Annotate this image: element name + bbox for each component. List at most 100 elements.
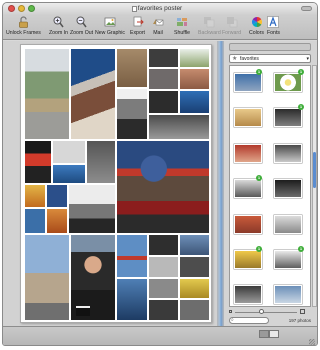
photo-frame[interactable] [148,234,179,256]
thumbnail-scrollbar[interactable] [312,65,317,307]
scrollbar-thumb[interactable] [313,152,316,188]
photo-frame[interactable] [179,299,210,321]
toolbar-toggle-button[interactable] [301,6,312,11]
photo-frame[interactable] [148,48,179,68]
photo-frame[interactable] [148,256,179,278]
poster-page [20,44,212,323]
photo-frame[interactable] [148,299,179,321]
shuffle-button[interactable]: Shuffle [174,16,190,36]
photo-thumbnail-grid: 1 1 1 1 1 1 [229,65,311,307]
photo-count: 197 photos [288,318,311,323]
photo-browser-header [229,43,311,51]
usage-badge: 1 [298,246,304,252]
photo-frame[interactable] [116,48,148,88]
export-button[interactable]: Export [130,16,145,36]
photo-thumbnail[interactable] [234,285,262,304]
slider-knob[interactable] [259,309,264,314]
photo-frame[interactable] [179,90,210,114]
photo-frame[interactable] [24,140,52,184]
forward-button[interactable]: Forward [222,16,241,36]
photo-thumbnail[interactable] [274,144,302,163]
photo-frame[interactable] [86,140,116,184]
photo-frame[interactable] [116,234,148,278]
zoom-in-icon [53,16,65,28]
unlock-frames-label: Unlock Frames [6,30,41,36]
shuffle-label: Shuffle [174,30,191,36]
photo-frame[interactable] [24,208,46,234]
window-title: favorites poster [137,5,183,12]
resize-grip[interactable] [309,339,315,345]
photo-frame[interactable] [70,48,116,140]
zoom-in-button[interactable]: Zoom In [49,16,68,36]
backward-label: Backward [198,30,221,36]
photo-frame[interactable] [148,68,179,90]
view-mode-buttons [259,330,279,338]
photo-frame[interactable] [116,88,148,140]
mail-button[interactable]: Mail [152,16,164,36]
photo-frame[interactable] [52,140,86,164]
search-input[interactable]: ⌕ [229,317,269,324]
photo-frame[interactable] [116,278,148,321]
photo-thumbnail[interactable] [234,108,262,127]
forward-label: Forward [222,30,242,36]
pane-splitter[interactable] [217,41,224,326]
zoom-in-label: Zoom In [49,30,69,36]
export-label: Export [130,30,145,36]
photo-thumbnail[interactable] [234,250,262,269]
photo-frame[interactable] [179,48,210,68]
backward-button[interactable]: Backward [198,16,221,36]
photo-frame[interactable] [148,90,179,114]
mail-icon [152,16,164,28]
new-graphic-label: New Graphic [95,30,125,36]
photo-thumbnail[interactable] [274,285,302,304]
export-icon [132,16,144,28]
photo-thumbnail[interactable] [234,179,262,198]
photo-frame[interactable] [24,184,46,208]
new-graphic-button[interactable]: New Graphic [95,16,125,36]
zoom-out-button[interactable]: Zoom Out [70,16,93,36]
photo-frame[interactable] [148,278,179,299]
thumbnail-size-slider[interactable] [229,309,311,315]
photo-frame[interactable] [148,114,210,140]
photo-source-label: favorites [240,56,259,62]
fonts-button[interactable]: Fonts [267,16,280,36]
photo-frame[interactable] [116,140,210,234]
photo-thumbnail[interactable] [274,250,302,269]
photo-source-dropdown[interactable]: ★ favorites ▾ [229,54,311,63]
photo-thumbnail[interactable] [274,73,302,92]
photo-frame[interactable] [179,278,210,299]
photo-thumbnail[interactable] [234,73,262,92]
usage-badge: 1 [256,175,262,181]
photo-thumbnail[interactable] [274,108,302,127]
photo-thumbnail[interactable] [274,215,302,234]
unlock-frames-button[interactable]: Unlock Frames [6,16,41,36]
photo-thumbnail[interactable] [274,179,302,198]
app-window: favorites poster Unlock Frames Zoom In Z… [2,2,318,346]
photo-collage [24,48,210,321]
status-bar [3,326,317,345]
zoom-out-icon [76,16,88,28]
photo-thumbnail[interactable] [234,144,262,163]
poster-canvas [3,41,223,326]
title-bar: favorites poster [3,3,317,15]
small-thumbnails-icon [229,310,232,313]
photo-frame[interactable] [24,234,70,321]
single-page-view-button[interactable] [259,330,269,338]
photo-frame[interactable] [179,234,210,256]
fonts-icon [267,16,280,28]
fonts-label: Fonts [267,30,280,36]
photo-frame[interactable] [52,164,86,184]
photo-frame[interactable] [46,208,68,234]
unlock-icon [17,16,29,28]
photo-frame[interactable] [24,48,70,140]
photo-frame[interactable] [68,184,116,234]
photo-frame[interactable] [179,68,210,90]
photo-thumbnail[interactable] [234,215,262,234]
slider-track[interactable] [235,312,297,313]
usage-badge: 1 [298,69,304,75]
photo-frame[interactable] [179,256,210,278]
multi-page-view-button[interactable] [269,330,279,338]
photo-frame[interactable] [46,184,68,208]
search-row: ⌕ 197 photos [229,317,311,325]
colors-button[interactable]: Colors [249,16,264,36]
